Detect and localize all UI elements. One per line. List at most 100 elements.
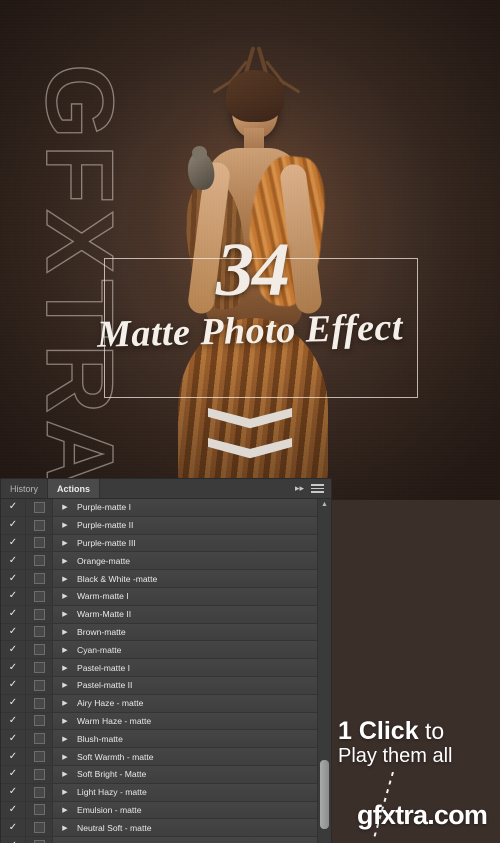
expand-arrow-icon[interactable]: ▶ [53, 503, 77, 511]
action-row[interactable]: ✓ ▶ Purple-matte I [1, 499, 331, 517]
action-row[interactable]: ✓ ▶ Neutral Soft - matte [1, 819, 331, 838]
tab-bar-spacer [100, 479, 295, 498]
dialog-toggle-box-icon[interactable] [26, 819, 53, 837]
dialog-toggle-box-icon[interactable] [26, 837, 53, 843]
action-row[interactable]: ✓ ▶ Soft Bright - Matte [1, 765, 331, 784]
promo-line-2: Play them all [338, 745, 453, 768]
dialog-toggle-box-icon[interactable] [26, 570, 53, 587]
expand-arrow-icon[interactable]: ▶ [53, 681, 77, 689]
dialog-toggle-box-icon[interactable] [26, 534, 53, 552]
dialog-toggle-box-icon[interactable] [26, 748, 53, 765]
promo-block: 1 Click to Play them all [338, 718, 500, 769]
dialog-toggle-box-icon[interactable] [26, 676, 53, 694]
expand-arrow-icon[interactable]: ▶ [53, 717, 77, 725]
action-row[interactable]: ✓ ▶ Pastel-matte I [1, 659, 331, 677]
dialog-toggle-box-icon[interactable] [26, 783, 53, 801]
expand-arrow-icon[interactable]: ▶ [53, 664, 77, 672]
expand-arrow-icon[interactable]: ▶ [53, 646, 77, 654]
tab-actions[interactable]: Actions [48, 479, 101, 498]
action-name: Light Hazy - matte [77, 787, 147, 798]
action-enabled-checkbox[interactable]: ✓ [1, 748, 26, 765]
action-enabled-checkbox[interactable]: ✓ [1, 587, 26, 605]
tab-actions-label: Actions [57, 483, 91, 494]
action-enabled-checkbox[interactable]: ✓ [1, 605, 26, 623]
action-row[interactable]: ✓ ▶ Light Hazy - matte [1, 783, 331, 802]
action-row[interactable]: ✓ ▶ Emulsion - matte [1, 801, 331, 820]
expand-arrow-icon[interactable]: ▶ [53, 575, 77, 583]
action-row[interactable]: ✓ ▶ Black & White -matte [1, 570, 331, 588]
action-enabled-checkbox[interactable]: ✓ [1, 694, 26, 712]
scroll-up-arrow-icon[interactable]: ▲ [318, 499, 331, 511]
action-enabled-checkbox[interactable]: ✓ [1, 516, 26, 534]
action-row[interactable]: ✓▶Brighten - matte [1, 837, 331, 843]
expand-arrow-icon[interactable]: ▶ [53, 557, 77, 565]
expand-arrow-icon[interactable]: ▶ [53, 592, 77, 600]
action-enabled-checkbox[interactable]: ✓ [1, 783, 26, 801]
action-row[interactable]: ✓ ▶ Warm Haze - matte [1, 712, 331, 731]
dialog-toggle-box-icon[interactable] [26, 765, 53, 783]
dialog-toggle-box-icon[interactable] [26, 552, 53, 570]
collapse-to-icons-icon[interactable]: ▸▸ [295, 484, 304, 493]
dialog-toggle-box-icon[interactable] [26, 587, 53, 605]
action-enabled-checkbox[interactable]: ✓ [1, 730, 26, 748]
dialog-toggle-box-icon[interactable] [26, 801, 53, 819]
action-row[interactable]: ✓ ▶ Soft Warmth - matte [1, 748, 331, 766]
double-chevron-down-icon [208, 408, 292, 470]
action-enabled-checkbox[interactable]: ✓ [1, 801, 26, 819]
actions-list[interactable]: ✓ ▶ Purple-matte I ✓ ▶ Purple-matte II ✓ ▶ Purpl… [1, 499, 331, 843]
dialog-toggle-box-icon[interactable] [26, 605, 53, 623]
action-row[interactable]: ✓ ▶ Airy Haze - matte [1, 694, 331, 713]
dialog-toggle-box-icon[interactable] [26, 694, 53, 712]
expand-arrow-icon[interactable]: ▶ [53, 770, 77, 778]
action-name: Warm Haze - matte [77, 715, 152, 726]
expand-arrow-icon[interactable]: ▶ [53, 521, 77, 529]
expand-arrow-icon[interactable]: ▶ [53, 753, 77, 761]
action-enabled-checkbox[interactable]: ✓ [1, 552, 26, 570]
action-row[interactable]: ✓ ▶ Orange-matte [1, 552, 331, 571]
expand-arrow-icon[interactable]: ▶ [53, 824, 77, 832]
dialog-toggle-box-icon[interactable] [26, 516, 53, 534]
action-name: Pastel-matte II [77, 680, 133, 691]
action-enabled-checkbox[interactable]: ✓ [1, 837, 26, 843]
action-row[interactable]: ✓ ▶ Warm-matte I [1, 587, 331, 606]
action-enabled-checkbox[interactable]: ✓ [1, 712, 26, 730]
effect-count: 34 [216, 228, 290, 312]
dialog-toggle-box-icon[interactable] [26, 712, 53, 730]
action-enabled-checkbox[interactable]: ✓ [1, 534, 26, 552]
action-name: Black & White -matte [77, 573, 158, 584]
action-enabled-checkbox[interactable]: ✓ [1, 765, 26, 783]
action-row[interactable]: ✓ ▶ Pastel-matte II [1, 676, 331, 695]
action-name: Orange-matte [77, 555, 131, 566]
action-row[interactable]: ✓ ▶ Cyan-matte [1, 641, 331, 660]
dialog-toggle-box-icon[interactable] [26, 623, 53, 641]
action-name: Warm-Matte II [77, 609, 132, 620]
dialog-toggle-box-icon[interactable] [26, 730, 53, 748]
actions-scrollbar[interactable]: ▲ [317, 499, 331, 843]
dialog-toggle-box-icon[interactable] [26, 499, 53, 516]
expand-arrow-icon[interactable]: ▶ [53, 539, 77, 547]
scrollbar-thumb[interactable] [320, 760, 329, 830]
action-name: Airy Haze - matte [77, 698, 144, 709]
expand-arrow-icon[interactable]: ▶ [53, 628, 77, 636]
dialog-toggle-box-icon[interactable] [26, 641, 53, 659]
action-row[interactable]: ✓ ▶ Purple-matte II [1, 516, 331, 535]
action-row[interactable]: ✓ ▶ Purple-matte III [1, 534, 331, 553]
action-enabled-checkbox[interactable]: ✓ [1, 659, 26, 676]
action-enabled-checkbox[interactable]: ✓ [1, 570, 26, 587]
action-enabled-checkbox[interactable]: ✓ [1, 499, 26, 516]
action-row[interactable]: ✓ ▶ Blush-matte [1, 730, 331, 749]
dialog-toggle-box-icon[interactable] [26, 659, 53, 676]
action-enabled-checkbox[interactable]: ✓ [1, 676, 26, 694]
expand-arrow-icon[interactable]: ▶ [53, 699, 77, 707]
expand-arrow-icon[interactable]: ▶ [53, 788, 77, 796]
tab-history[interactable]: History [1, 479, 49, 498]
expand-arrow-icon[interactable]: ▶ [53, 735, 77, 743]
expand-arrow-icon[interactable]: ▶ [53, 806, 77, 814]
action-row[interactable]: ✓ ▶ Warm-Matte II [1, 605, 331, 624]
panel-menu-icon[interactable] [311, 482, 324, 495]
action-row[interactable]: ✓ ▶ Brown-matte [1, 623, 331, 642]
action-enabled-checkbox[interactable]: ✓ [1, 623, 26, 641]
action-enabled-checkbox[interactable]: ✓ [1, 819, 26, 837]
expand-arrow-icon[interactable]: ▶ [53, 610, 77, 618]
action-enabled-checkbox[interactable]: ✓ [1, 641, 26, 659]
